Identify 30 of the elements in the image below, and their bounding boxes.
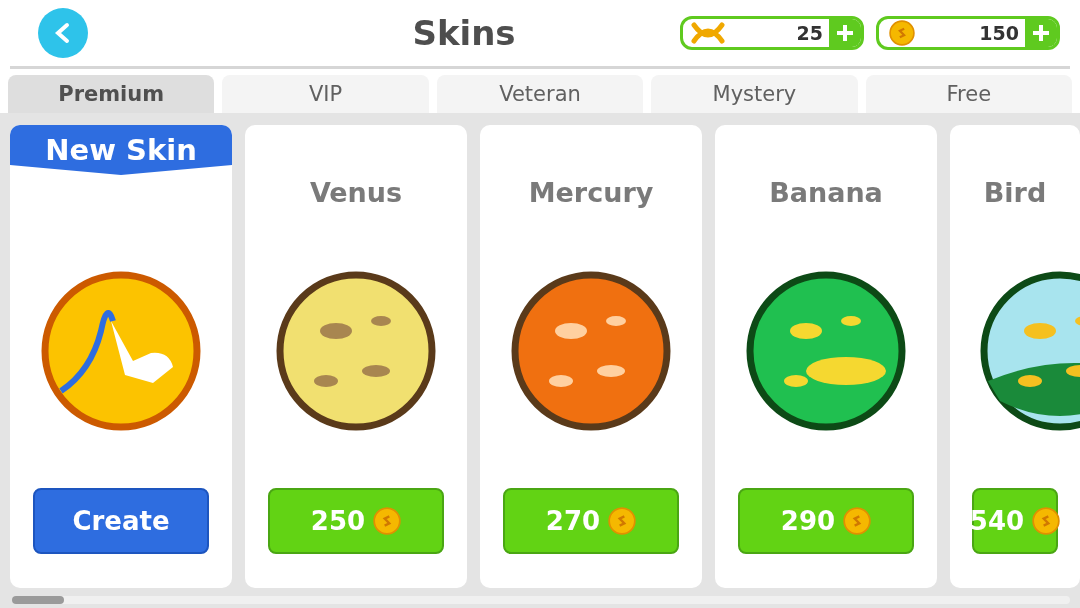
- coin-icon: [1032, 507, 1061, 535]
- page-title: Skins: [411, 13, 517, 53]
- category-tab[interactable]: VIP: [222, 75, 429, 113]
- category-tab[interactable]: Premium: [8, 75, 215, 113]
- currency-amount: 25: [795, 22, 824, 44]
- coin-icon: [608, 507, 637, 535]
- coin-icon: [889, 20, 915, 46]
- skin-name: Mercury: [528, 177, 654, 210]
- new-skin-banner: New Skin: [10, 125, 232, 175]
- skin-card[interactable]: Mercury 270: [480, 125, 702, 588]
- skin-name: Banana: [769, 177, 883, 210]
- currency-amount: 150: [978, 22, 1020, 44]
- category-tab[interactable]: Veteran: [436, 75, 644, 113]
- coin-icon: [373, 507, 402, 535]
- dna-icon: [691, 21, 725, 45]
- category-tab[interactable]: Free: [865, 75, 1073, 113]
- skin-card[interactable]: Banana 290: [715, 125, 937, 588]
- category-tab[interactable]: Mystery: [651, 75, 858, 113]
- create-button[interactable]: Create: [33, 488, 209, 554]
- skin-name: Bird: [983, 177, 1047, 210]
- skin-card[interactable]: Venus 250: [245, 125, 467, 588]
- add-button[interactable]: [829, 19, 861, 47]
- plus-icon: [1032, 24, 1050, 42]
- skin-card[interactable]: Bird 540: [950, 125, 1080, 588]
- skin-name: Venus: [309, 177, 403, 210]
- back-button[interactable]: [38, 8, 88, 58]
- add-button[interactable]: [1025, 19, 1057, 47]
- coin-icon: [843, 507, 872, 535]
- plus-icon: [836, 24, 854, 42]
- scrollbar[interactable]: [12, 596, 1070, 604]
